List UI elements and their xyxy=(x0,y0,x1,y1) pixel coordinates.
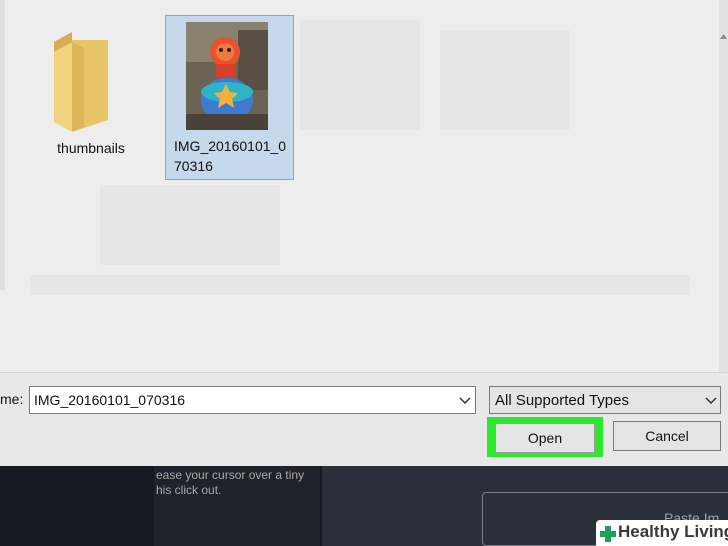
ghost-thumbnail xyxy=(300,20,420,130)
file-type-select[interactable]: All Supported Types xyxy=(489,386,721,414)
file-name-label: IMG_20160101_070316 xyxy=(174,138,287,174)
plus-logo-icon xyxy=(600,526,616,542)
background-snippet-line: his click out. xyxy=(156,483,222,497)
cancel-button[interactable]: Cancel xyxy=(613,421,721,451)
chevron-down-icon[interactable] xyxy=(459,397,471,405)
file-name-value: IMG_20160101_070316 xyxy=(34,392,186,408)
file-name-input[interactable]: IMG_20160101_070316 xyxy=(29,386,476,414)
ghost-thumbnail xyxy=(100,185,280,265)
left-scroll-edge xyxy=(0,0,5,290)
scroll-up-arrow-icon[interactable] xyxy=(720,30,727,44)
chevron-down-icon[interactable] xyxy=(705,397,717,405)
folder-icon xyxy=(54,32,108,132)
file-name-label-text: me: xyxy=(0,391,24,407)
file-list-pane[interactable]: thumbnails IMG_20160101_070316 xyxy=(0,0,728,373)
watermark: Healthy Living xyxy=(596,520,728,546)
background-snippet-line: ease your cursor over a tiny xyxy=(156,468,305,482)
ghost-row xyxy=(30,275,690,295)
watermark-text: Healthy Living xyxy=(618,522,728,541)
file-item-image-selected[interactable]: IMG_20160101_070316 xyxy=(165,15,294,180)
open-button[interactable]: Open xyxy=(495,423,595,453)
ghost-thumbnail xyxy=(440,30,570,130)
file-type-value: All Supported Types xyxy=(495,392,629,409)
file-name-label: thumbnails xyxy=(57,140,125,156)
open-file-dialog: thumbnails IMG_20160101_070316 me: IMG_2… xyxy=(0,0,728,466)
background-snippet: ease your cursor over a tiny his click o… xyxy=(156,468,304,498)
vertical-scrollbar[interactable] xyxy=(719,0,728,372)
folder-item-thumbnails[interactable]: thumbnails xyxy=(28,18,154,176)
image-thumbnail xyxy=(186,22,268,130)
